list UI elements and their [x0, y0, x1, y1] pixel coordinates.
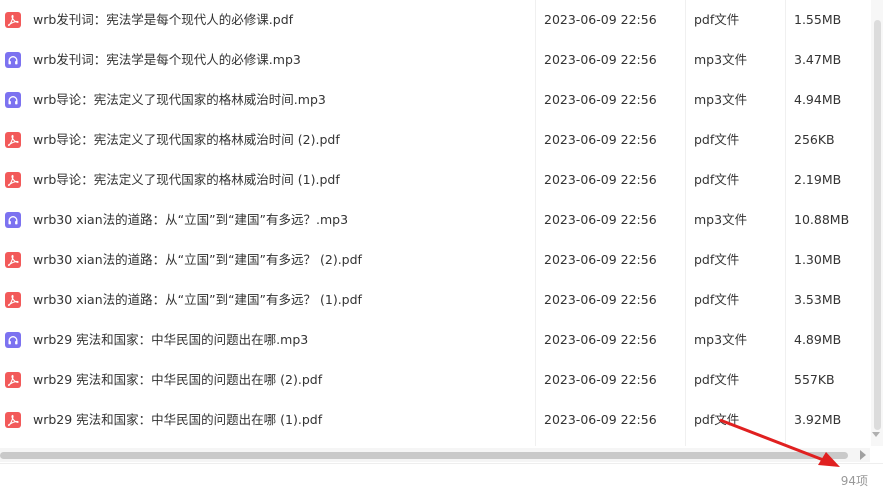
audio-file-icon: [5, 52, 21, 68]
pdf-file-icon: [5, 292, 21, 308]
file-type: pdf文件: [694, 132, 740, 147]
file-date: 2023-06-09 22:56: [544, 252, 657, 267]
file-row[interactable]: wrb导论：宪法定义了现代国家的格林威治时间 (1).pdf 2023-06-09…: [0, 160, 871, 200]
file-type: pdf文件: [694, 12, 740, 27]
file-date: 2023-06-09 22:56: [544, 92, 657, 107]
horizontal-scrollbar[interactable]: [0, 448, 870, 462]
file-size: 1.30MB: [794, 252, 842, 267]
file-row[interactable]: wrb30 xian法的道路：从“立国”到“建国”有多远？ (2).pdf 202…: [0, 240, 871, 280]
file-date: 2023-06-09 22:56: [544, 292, 657, 307]
file-name: wrb29 宪法和国家：中华民国的问题出在哪 (2).pdf: [33, 372, 323, 387]
file-row[interactable]: wrb导论：宪法定义了现代国家的格林威治时间 (2).pdf 2023-06-09…: [0, 120, 871, 160]
scroll-down-arrow-icon[interactable]: [872, 432, 880, 437]
file-type: pdf文件: [694, 372, 740, 387]
file-list: wrb发刊词：宪法学是每个现代人的必修课.pdf 2023-06-09 22:56…: [0, 0, 871, 446]
file-size: 10.88MB: [794, 212, 850, 227]
file-size: 557KB: [794, 372, 835, 387]
audio-file-icon: [5, 212, 21, 228]
file-row[interactable]: wrb导论：宪法定义了现代国家的格林威治时间.mp3 2023-06-09 22:…: [0, 80, 871, 120]
file-name: wrb发刊词：宪法学是每个现代人的必修课.mp3: [33, 52, 301, 67]
file-size: 4.94MB: [794, 92, 842, 107]
file-size: 2.19MB: [794, 172, 842, 187]
file-name: wrb29 宪法和国家：中华民国的问题出在哪.mp3: [33, 332, 309, 347]
vertical-scrollbar[interactable]: [871, 0, 883, 446]
file-type: pdf文件: [694, 172, 740, 187]
file-name: wrb29 宪法和国家：中华民国的问题出在哪 (1).pdf: [33, 412, 323, 427]
file-size: 4.89MB: [794, 332, 842, 347]
file-rows: wrb发刊词：宪法学是每个现代人的必修课.pdf 2023-06-09 22:56…: [0, 0, 871, 440]
audio-file-icon: [5, 332, 21, 348]
file-type: mp3文件: [694, 92, 748, 107]
file-date: 2023-06-09 22:56: [544, 172, 657, 187]
pdf-file-icon: [5, 172, 21, 188]
file-date: 2023-06-09 22:56: [544, 12, 657, 27]
file-name: wrb30 xian法的道路：从“立国”到“建国”有多远？ (2).pdf: [33, 252, 362, 267]
file-type: mp3文件: [694, 52, 748, 67]
file-name: wrb发刊词：宪法学是每个现代人的必修课.pdf: [33, 12, 294, 27]
file-type: pdf文件: [694, 292, 740, 307]
file-size: 256KB: [794, 132, 835, 147]
file-name: wrb30 xian法的道路：从“立国”到“建国”有多远？.mp3: [33, 212, 349, 227]
file-type: mp3文件: [694, 212, 748, 227]
audio-file-icon: [5, 92, 21, 108]
file-name: wrb导论：宪法定义了现代国家的格林威治时间.mp3: [33, 92, 326, 107]
file-size: 1.55MB: [794, 12, 842, 27]
file-date: 2023-06-09 22:56: [544, 332, 657, 347]
file-date: 2023-06-09 22:56: [544, 212, 657, 227]
file-row[interactable]: wrb29 宪法和国家：中华民国的问题出在哪.mp3 2023-06-09 22:…: [0, 320, 871, 360]
horizontal-scrollbar-thumb[interactable]: [0, 452, 848, 459]
file-name: wrb30 xian法的道路：从“立国”到“建国”有多远？ (1).pdf: [33, 292, 362, 307]
file-size: 3.47MB: [794, 52, 842, 67]
file-type: pdf文件: [694, 252, 740, 267]
file-name: wrb导论：宪法定义了现代国家的格林威治时间 (2).pdf: [33, 132, 340, 147]
file-row[interactable]: wrb发刊词：宪法学是每个现代人的必修课.pdf 2023-06-09 22:56…: [0, 0, 871, 40]
file-row[interactable]: wrb30 xian法的道路：从“立国”到“建国”有多远？.mp3 2023-06…: [0, 200, 871, 240]
file-date: 2023-06-09 22:56: [544, 372, 657, 387]
pdf-file-icon: [5, 412, 21, 428]
file-type: pdf文件: [694, 412, 740, 427]
file-row[interactable]: wrb29 宪法和国家：中华民国的问题出在哪 (2).pdf 2023-06-09…: [0, 360, 871, 400]
file-row[interactable]: wrb发刊词：宪法学是每个现代人的必修课.mp3 2023-06-09 22:56…: [0, 40, 871, 80]
file-row[interactable]: wrb29 宪法和国家：中华民国的问题出在哪 (1).pdf 2023-06-09…: [0, 400, 871, 440]
scroll-right-arrow-icon[interactable]: [860, 450, 866, 460]
file-name: wrb导论：宪法定义了现代国家的格林威治时间 (1).pdf: [33, 172, 340, 187]
file-date: 2023-06-09 22:56: [544, 132, 657, 147]
file-type: mp3文件: [694, 332, 748, 347]
file-date: 2023-06-09 22:56: [544, 52, 657, 67]
status-bar: 94项: [0, 463, 883, 495]
vertical-scrollbar-thumb[interactable]: [874, 20, 881, 430]
item-count: 94项: [840, 474, 868, 488]
pdf-file-icon: [5, 372, 21, 388]
file-size: 3.53MB: [794, 292, 842, 307]
file-size: 3.92MB: [794, 412, 842, 427]
file-date: 2023-06-09 22:56: [544, 412, 657, 427]
file-row[interactable]: wrb30 xian法的道路：从“立国”到“建国”有多远？ (1).pdf 202…: [0, 280, 871, 320]
pdf-file-icon: [5, 252, 21, 268]
pdf-file-icon: [5, 132, 21, 148]
pdf-file-icon: [5, 12, 21, 28]
